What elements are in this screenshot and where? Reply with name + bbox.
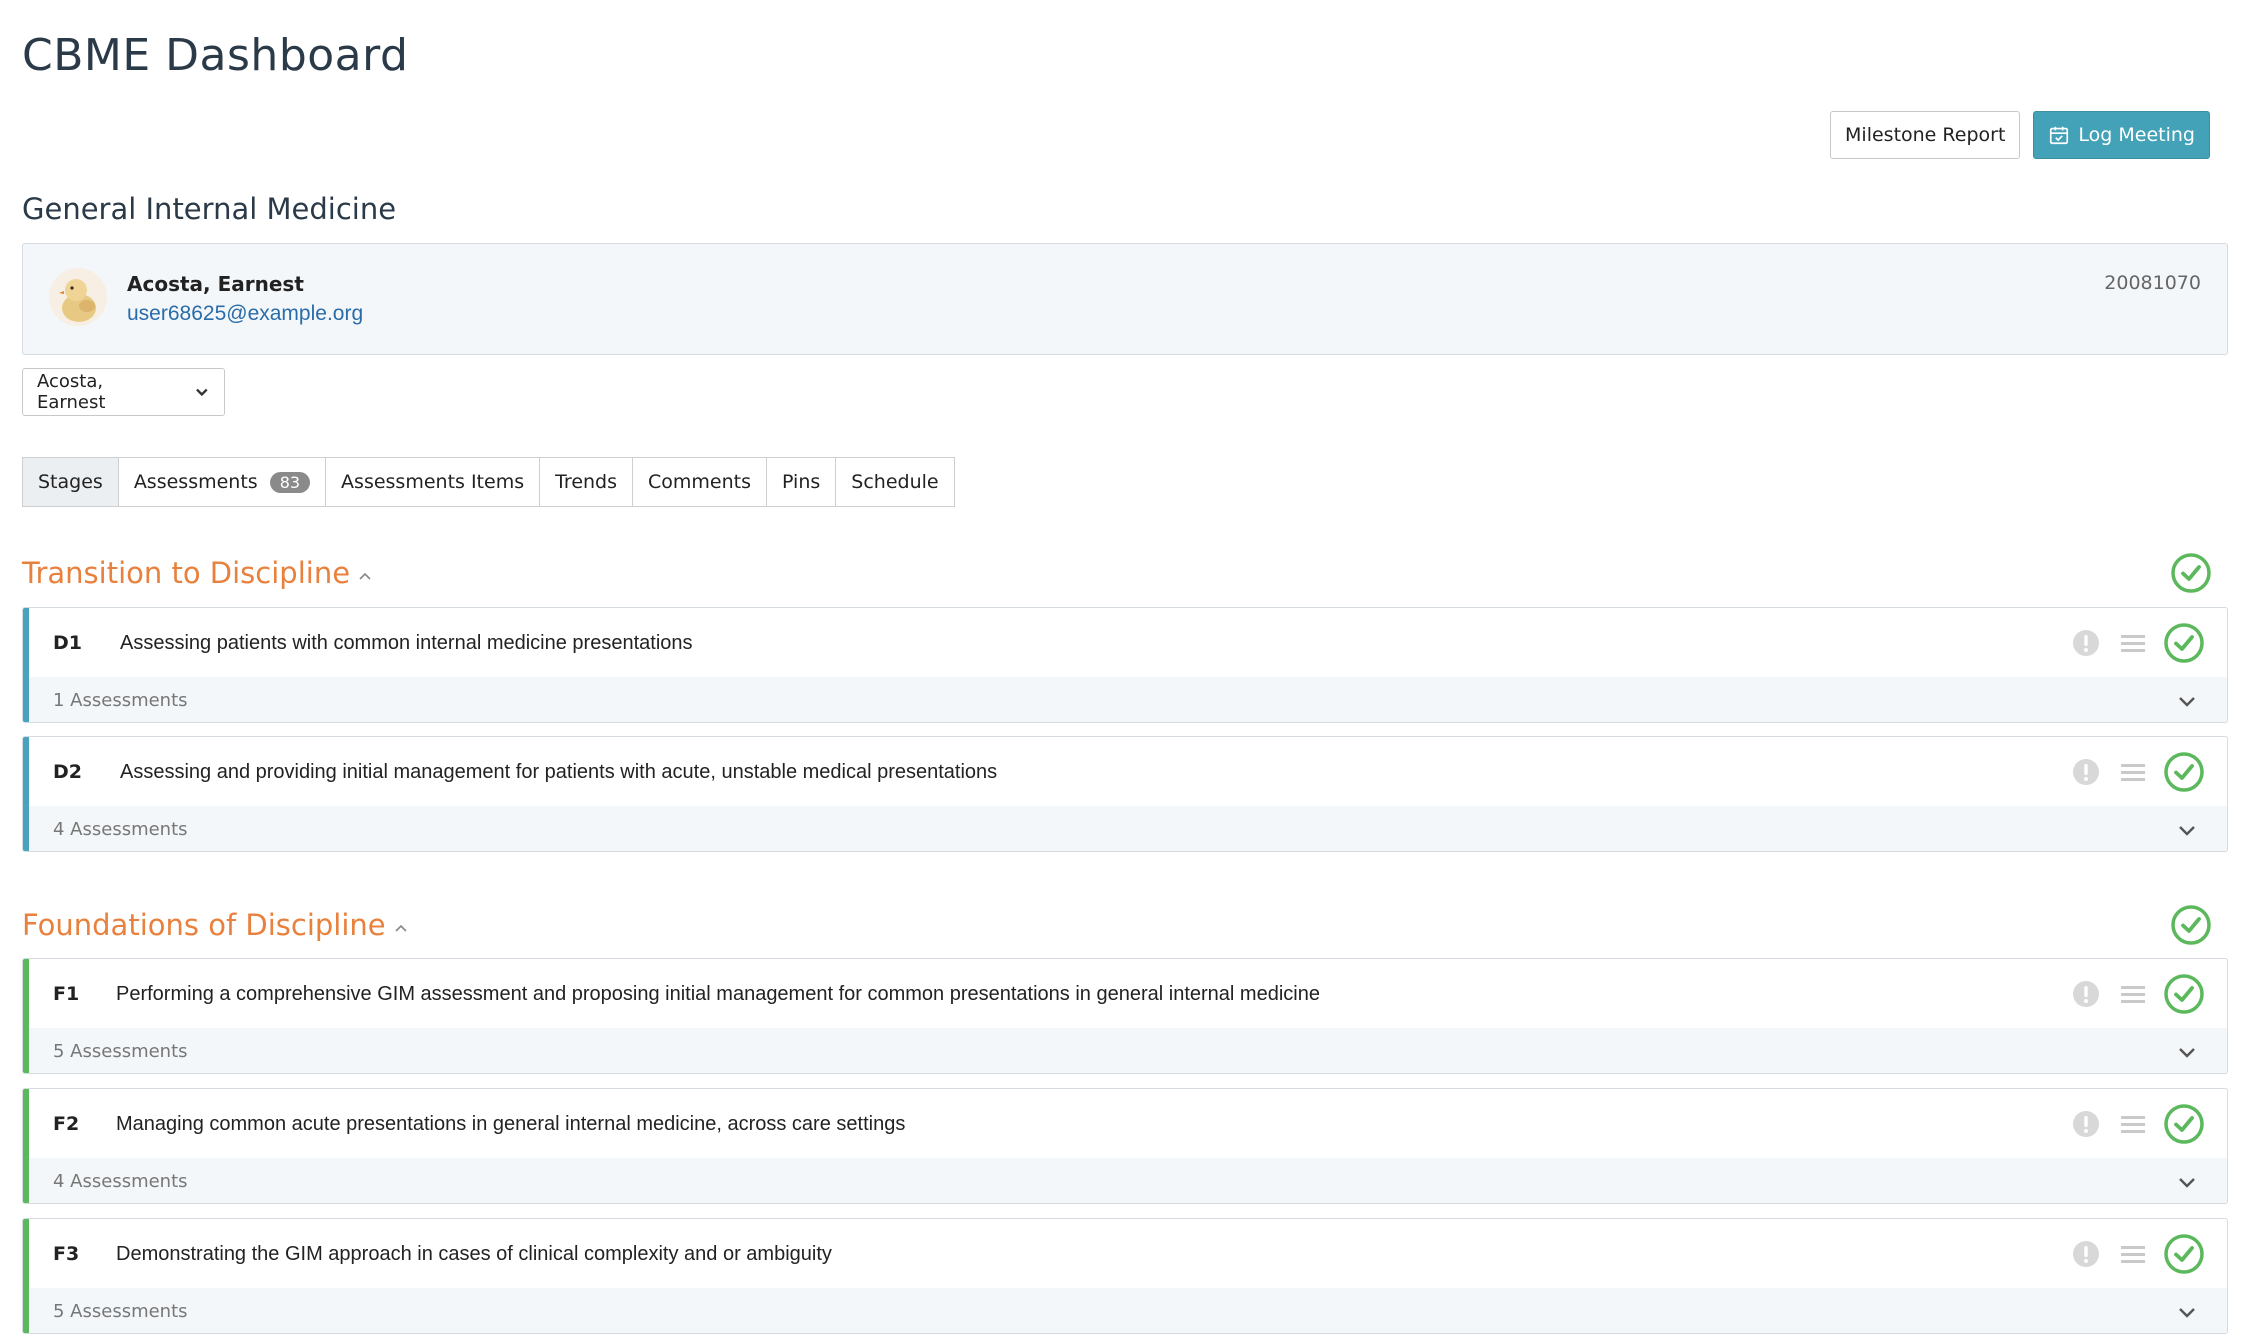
check-circle-icon — [2164, 623, 2204, 663]
page-title: CBME Dashboard — [22, 30, 409, 81]
tab-assessments[interactable]: Assessments 83 — [117, 457, 327, 507]
epa-code: F2 — [53, 1113, 80, 1135]
epa-description: Assessing and providing initial manageme… — [120, 761, 998, 783]
assessment-count: 4 Assessments — [53, 1171, 188, 1192]
chevron-down-icon[interactable] — [2177, 820, 2197, 840]
tab-schedule[interactable]: Schedule — [835, 457, 955, 507]
exclamation-circle-icon[interactable] — [2071, 1109, 2101, 1139]
epa-code: F3 — [53, 1243, 80, 1265]
list-icon[interactable] — [2119, 759, 2147, 785]
tab-label: Trends — [555, 471, 618, 493]
epa-footer[interactable]: 1 Assessments — [29, 677, 2227, 722]
chevron-down-icon[interactable] — [2177, 1172, 2197, 1192]
epa-description: Assessing patients with common internal … — [120, 632, 693, 654]
tab-label: Assessments — [133, 471, 258, 493]
exclamation-circle-icon[interactable] — [2071, 628, 2101, 658]
assessment-count: 5 Assessments — [53, 1301, 188, 1322]
chevron-up-icon — [395, 924, 407, 932]
epa-footer[interactable]: 5 Assessments — [29, 1288, 2227, 1333]
assessment-count: 5 Assessments — [53, 1041, 188, 1062]
epa-code: D2 — [53, 761, 82, 783]
calendar-check-icon — [2050, 126, 2069, 145]
check-circle-icon — [2164, 752, 2204, 792]
tab-assessments-items[interactable]: Assessments Items — [325, 457, 541, 507]
check-circle-icon — [2164, 974, 2204, 1014]
course-name: General Internal Medicine — [22, 192, 397, 226]
stage-title: Transition to Discipline — [22, 556, 351, 590]
tab-label: Comments — [648, 471, 752, 493]
epa-card-f3: F3 Demonstrating the GIM approach in cas… — [22, 1218, 2228, 1334]
check-circle-icon — [2171, 905, 2211, 945]
tab-comments[interactable]: Comments — [632, 457, 768, 507]
check-circle-icon — [2164, 1234, 2204, 1274]
learner-card: Acosta, Earnest user68625@example.org 20… — [22, 243, 2228, 355]
list-icon[interactable] — [2119, 1241, 2147, 1267]
chevron-up-icon — [359, 572, 371, 580]
exclamation-circle-icon[interactable] — [2071, 757, 2101, 787]
avatar — [49, 268, 107, 326]
tab-label: Pins — [782, 471, 821, 493]
epa-card-f1: F1 Performing a comprehensive GIM assess… — [22, 958, 2228, 1074]
tab-label: Assessments Items — [341, 471, 525, 493]
list-icon[interactable] — [2119, 981, 2147, 1007]
list-icon[interactable] — [2119, 1111, 2147, 1137]
epa-description: Performing a comprehensive GIM assessmen… — [116, 983, 1320, 1005]
learner-select-value: Acosta, Earnest — [37, 371, 106, 413]
epa-description: Managing common acute presentations in g… — [116, 1113, 906, 1135]
epa-footer[interactable]: 5 Assessments — [29, 1028, 2227, 1073]
learner-email-link[interactable]: user68625@example.org — [127, 302, 363, 326]
chevron-down-icon — [196, 388, 208, 397]
epa-card-d2: D2 Assessing and providing initial manag… — [22, 736, 2228, 852]
exclamation-circle-icon[interactable] — [2071, 979, 2101, 1009]
stage-header-transition: Transition to Discipline — [22, 553, 2228, 596]
learner-select[interactable]: Acosta, Earnest — [22, 368, 225, 416]
milestone-report-button[interactable]: Milestone Report — [1830, 111, 2021, 159]
list-icon[interactable] — [2119, 630, 2147, 656]
epa-description: Demonstrating the GIM approach in cases … — [116, 1243, 832, 1265]
assessments-count-badge: 83 — [269, 471, 311, 493]
epa-card-d1: D1 Assessing patients with common intern… — [22, 607, 2228, 723]
stage-title-toggle[interactable]: Foundations of Discipline — [22, 908, 408, 942]
check-circle-icon — [2164, 1104, 2204, 1144]
check-circle-icon — [2171, 553, 2211, 593]
log-meeting-label: Log Meeting — [2078, 124, 2195, 146]
assessment-count: 1 Assessments — [53, 690, 188, 711]
stage-title: Foundations of Discipline — [22, 908, 386, 942]
assessment-count: 4 Assessments — [53, 819, 188, 840]
tab-bar: Stages Assessments 83 Assessments Items … — [22, 457, 955, 507]
tab-label: Schedule — [851, 471, 939, 493]
tab-pins[interactable]: Pins — [766, 457, 837, 507]
learner-id: 20081070 — [2104, 272, 2201, 294]
epa-footer[interactable]: 4 Assessments — [29, 806, 2227, 851]
stage-title-toggle[interactable]: Transition to Discipline — [22, 556, 372, 590]
epa-code: D1 — [53, 632, 82, 654]
tab-stages[interactable]: Stages — [22, 457, 119, 507]
exclamation-circle-icon[interactable] — [2071, 1239, 2101, 1269]
top-actions: Milestone Report Log Meeting — [1830, 111, 2210, 159]
chick-avatar-icon — [49, 268, 107, 326]
tab-label: Stages — [38, 471, 103, 493]
tab-trends[interactable]: Trends — [539, 457, 634, 507]
log-meeting-button[interactable]: Log Meeting — [2033, 111, 2210, 159]
epa-card-f2: F2 Managing common acute presentations i… — [22, 1088, 2228, 1204]
chevron-down-icon[interactable] — [2177, 1302, 2197, 1322]
chevron-down-icon[interactable] — [2177, 691, 2197, 711]
stage-header-foundations: Foundations of Discipline — [22, 905, 2228, 948]
learner-name: Acosta, Earnest — [127, 272, 304, 296]
chevron-down-icon[interactable] — [2177, 1042, 2197, 1062]
epa-code: F1 — [53, 983, 80, 1005]
epa-footer[interactable]: 4 Assessments — [29, 1158, 2227, 1203]
